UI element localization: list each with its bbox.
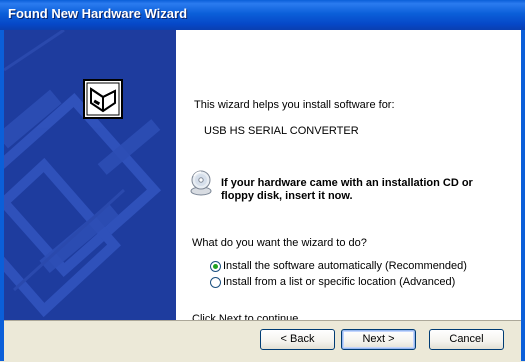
install-automatic-radio[interactable] xyxy=(210,261,221,272)
install-from-list-radio[interactable] xyxy=(210,277,221,288)
cd-hint-line1: If your hardware came with an installati… xyxy=(221,177,473,189)
cd-disk-icon xyxy=(189,170,213,196)
next-button[interactable]: Next > xyxy=(341,329,416,350)
wizard-side-panel xyxy=(4,30,176,320)
wizard-button-bar: < Back Next > Cancel xyxy=(4,320,521,362)
window-frame-right xyxy=(521,30,525,361)
cd-hint-line2: floppy disk, insert it now. xyxy=(221,190,353,202)
intro-heading: This wizard helps you install software f… xyxy=(194,99,395,111)
window-title: Found New Hardware Wizard xyxy=(8,6,188,21)
title-bar[interactable]: Found New Hardware Wizard xyxy=(0,0,525,30)
wizard-content: This wizard helps you install software f… xyxy=(176,30,521,325)
device-name: USB HS SERIAL CONVERTER xyxy=(204,125,359,137)
cancel-button[interactable]: Cancel xyxy=(429,329,504,350)
side-panel-graphic xyxy=(4,30,176,320)
install-automatic-label[interactable]: Install the software automatically (Reco… xyxy=(223,260,467,272)
wizard-question: What do you want the wizard to do? xyxy=(192,237,367,249)
back-button[interactable]: < Back xyxy=(260,329,335,350)
install-from-list-label[interactable]: Install from a list or specific location… xyxy=(223,276,455,288)
hardware-wizard-icon xyxy=(83,79,123,119)
